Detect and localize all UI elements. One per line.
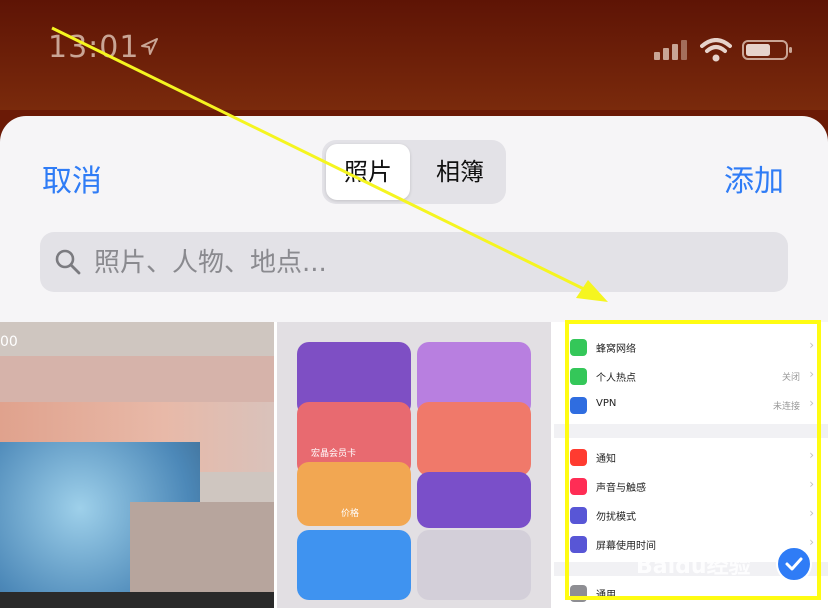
blurred-widget: [417, 530, 531, 600]
hotspot-icon: [570, 368, 587, 385]
cancel-button[interactable]: 取消: [42, 156, 102, 200]
chevron-right-icon: ›: [809, 477, 814, 491]
chevron-right-icon: ›: [809, 448, 814, 462]
moon-icon: [570, 507, 587, 524]
add-button[interactable]: 添加: [724, 156, 784, 200]
status-time: 13:01: [48, 30, 140, 65]
blurred-area: [0, 592, 274, 608]
chevron-right-icon: ›: [809, 338, 814, 352]
settings-row: 通知 ›: [570, 444, 816, 472]
search-bar[interactable]: [40, 232, 788, 292]
notification-icon: [570, 449, 587, 466]
chevron-right-icon: ›: [809, 396, 814, 410]
gear-icon: [570, 585, 587, 602]
cellular-icon: [570, 339, 587, 356]
settings-row: 勿扰模式 ›: [570, 502, 816, 530]
watermark-brand: Baidu经验: [636, 554, 751, 579]
blurred-area: [0, 356, 274, 402]
sound-icon: [570, 478, 587, 495]
blurred-widget: [417, 472, 531, 528]
widget-label: 宏晶会员卡: [311, 449, 357, 459]
search-input[interactable]: [92, 240, 776, 286]
hourglass-icon: [570, 536, 587, 553]
segmented-control: 照片 相簿: [322, 140, 506, 204]
blurred-widget: [417, 402, 531, 476]
blurred-area: [130, 502, 274, 592]
checkmark-icon: [785, 557, 803, 571]
wifi-icon: [700, 38, 732, 62]
settings-row: 声音与触感 ›: [570, 473, 816, 501]
photo-thumbnail[interactable]: 00: [0, 322, 274, 608]
selected-checkmark-icon[interactable]: [776, 546, 812, 582]
widget-label: 价格: [341, 509, 360, 519]
battery-icon: [742, 40, 792, 60]
search-icon: [55, 249, 81, 275]
thumbnail-time: 00: [0, 334, 18, 350]
chevron-right-icon: ›: [809, 506, 814, 520]
section-gap: [554, 424, 828, 438]
watermark-url: jingyan.baidu.com: [660, 578, 762, 591]
location-arrow-icon: [141, 38, 158, 55]
cellular-signal-icon: [654, 40, 687, 60]
settings-row: 蜂窝网络 ›: [570, 334, 816, 362]
settings-row: VPN 未连接 ›: [570, 392, 816, 420]
blurred-widget: [297, 530, 411, 600]
tab-photos[interactable]: 照片: [326, 144, 410, 200]
chevron-right-icon: ›: [809, 367, 814, 381]
settings-row: 个人热点 关闭 ›: [570, 363, 816, 391]
status-bar: 13:01: [0, 0, 828, 110]
photo-picker-sheet: 取消 照片 相簿 添加 00 宏晶会员卡 价格: [0, 116, 828, 608]
chevron-right-icon: ›: [809, 535, 814, 549]
vpn-icon: [570, 397, 587, 414]
tab-albums[interactable]: 相簿: [418, 144, 502, 200]
photo-thumbnail[interactable]: 宏晶会员卡 价格: [277, 322, 551, 608]
